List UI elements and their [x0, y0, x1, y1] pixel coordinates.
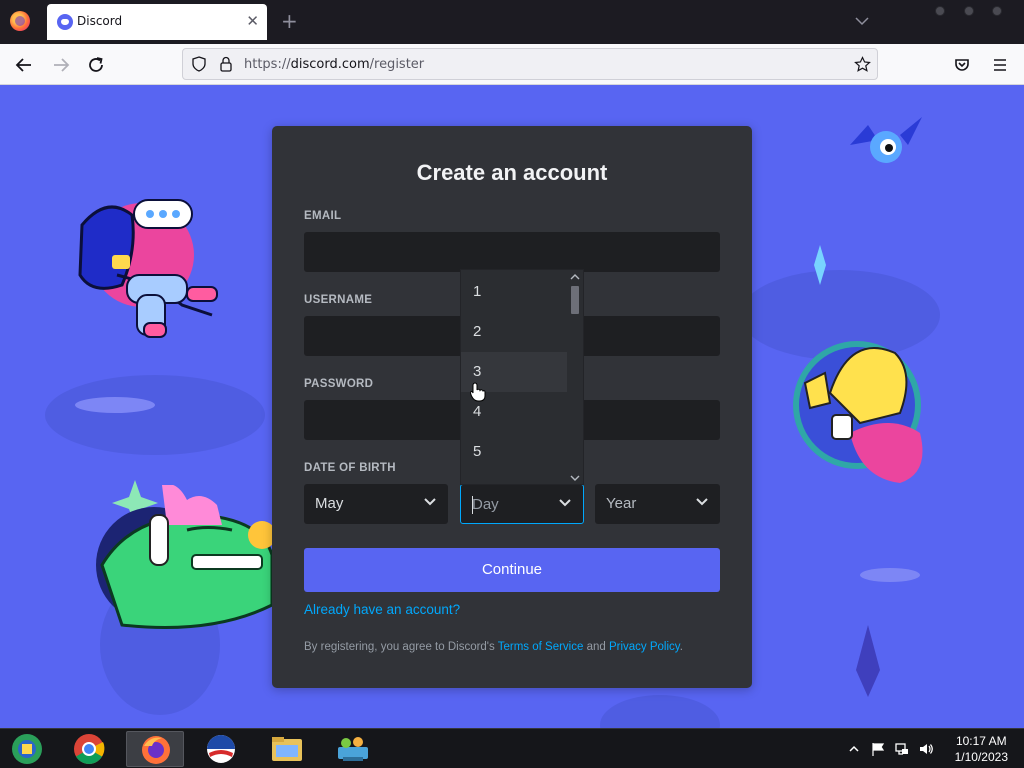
- day-option-label: 1: [473, 283, 482, 300]
- reload-icon[interactable]: [83, 52, 109, 78]
- firefox-logo-icon: [10, 11, 30, 31]
- clock-time: 10:17 AM: [955, 734, 1007, 748]
- day-option[interactable]: 1: [461, 272, 568, 312]
- pocket-icon[interactable]: [949, 52, 975, 78]
- window-maximize-button[interactable]: [964, 6, 974, 16]
- day-dropdown-menu[interactable]: 1 2 3 4 5: [460, 269, 584, 485]
- new-tab-button[interactable]: +: [281, 10, 298, 32]
- firefox-taskbar-button[interactable]: [126, 731, 184, 767]
- system-clock[interactable]: 10:17 AM 1/10/2023: [955, 733, 1008, 765]
- firefox-icon: [142, 736, 170, 764]
- action-center-flag-icon[interactable]: [870, 741, 886, 757]
- discord-register-page: Create an account EMAIL USERNAME PASSWOR…: [0, 85, 1024, 728]
- os-taskbar: 10:17 AM 1/10/2023: [0, 728, 1024, 768]
- network-users-icon[interactable]: [324, 731, 382, 767]
- chevron-down-icon: [424, 498, 436, 506]
- lock-icon[interactable]: [219, 56, 233, 72]
- email-label: EMAIL: [304, 210, 342, 222]
- password-label: PASSWORD: [304, 378, 374, 390]
- browser-tab-bar: Discord ✕ +: [0, 0, 1024, 44]
- hand-pointer-cursor-icon: [470, 382, 486, 402]
- day-option-label: 3: [473, 363, 482, 380]
- menu-hamburger-icon[interactable]: [987, 52, 1013, 78]
- day-option-label: 5: [473, 443, 482, 460]
- privacy-policy-link[interactable]: Privacy Policy: [609, 641, 680, 653]
- back-arrow-icon[interactable]: [11, 52, 37, 78]
- url-text[interactable]: https://discord.com/register: [244, 57, 424, 72]
- chrome-icon[interactable]: [60, 731, 118, 767]
- day-option-label: 4: [473, 403, 482, 420]
- chevron-down-icon: [559, 499, 571, 507]
- continue-button[interactable]: Continue: [304, 548, 720, 592]
- day-select[interactable]: Day: [460, 484, 584, 524]
- start-menu-icon[interactable]: [2, 731, 60, 767]
- close-tab-icon[interactable]: ✕: [246, 12, 259, 30]
- legal-prefix: By registering, you agree to Discord's: [304, 641, 498, 653]
- day-option[interactable]: 2: [461, 312, 568, 352]
- legal-and: and: [583, 641, 609, 653]
- scroll-up-arrow-icon[interactable]: [570, 273, 580, 281]
- clock-date: 1/10/2023: [954, 750, 1008, 764]
- month-select-value: May: [315, 495, 344, 512]
- year-select-placeholder: Year: [606, 495, 637, 512]
- file-explorer-icon[interactable]: [258, 731, 316, 767]
- register-card: Create an account EMAIL USERNAME PASSWOR…: [272, 126, 752, 688]
- terms-of-service-link[interactable]: Terms of Service: [498, 641, 584, 653]
- url-domain: discord.com: [290, 57, 370, 72]
- day-select-placeholder: Day: [472, 496, 499, 513]
- illustration-green-character: [96, 485, 276, 629]
- page-title: Create an account: [416, 160, 608, 185]
- tab-title: Discord: [77, 14, 123, 28]
- year-select[interactable]: Year: [595, 484, 720, 524]
- date-of-birth-label: DATE OF BIRTH: [304, 462, 396, 474]
- illustration-hooded-character: [78, 199, 218, 338]
- username-label: USERNAME: [304, 294, 373, 306]
- tracking-shield-icon[interactable]: [191, 56, 207, 72]
- chevron-down-icon: [696, 498, 708, 506]
- illustration-bat-character: [850, 117, 922, 163]
- discord-favicon-icon: [57, 14, 73, 30]
- globe-app-icon[interactable]: [192, 731, 250, 767]
- browser-tab-discord[interactable]: Discord ✕: [47, 4, 267, 40]
- legal-suffix: .: [679, 641, 683, 653]
- bookmark-star-icon[interactable]: [854, 56, 871, 73]
- illustration-yellow-character: [793, 341, 923, 483]
- window-close-button[interactable]: [992, 6, 1002, 16]
- day-option-label: 2: [473, 323, 482, 340]
- forward-arrow-icon[interactable]: [48, 52, 74, 78]
- url-path: /register: [369, 57, 425, 72]
- month-select[interactable]: May: [304, 484, 448, 524]
- window-minimize-button[interactable]: [935, 6, 945, 16]
- dropdown-scrollbar[interactable]: [567, 270, 583, 484]
- day-option[interactable]: 5: [461, 432, 568, 472]
- network-icon[interactable]: [894, 741, 910, 757]
- url-bar[interactable]: https://discord.com/register: [182, 48, 878, 80]
- volume-speaker-icon[interactable]: [918, 741, 934, 757]
- email-field[interactable]: [304, 232, 720, 272]
- already-have-account-link[interactable]: Already have an account?: [304, 602, 460, 617]
- text-caret: [472, 496, 473, 514]
- scroll-down-arrow-icon[interactable]: [570, 474, 580, 482]
- legal-text: By registering, you agree to Discord's T…: [304, 641, 683, 653]
- scrollbar-thumb[interactable]: [571, 286, 579, 314]
- url-scheme: https://: [244, 57, 291, 72]
- show-hidden-icons-chevron-up-icon[interactable]: [846, 741, 862, 757]
- list-all-tabs-chevron-down-icon[interactable]: [854, 13, 870, 29]
